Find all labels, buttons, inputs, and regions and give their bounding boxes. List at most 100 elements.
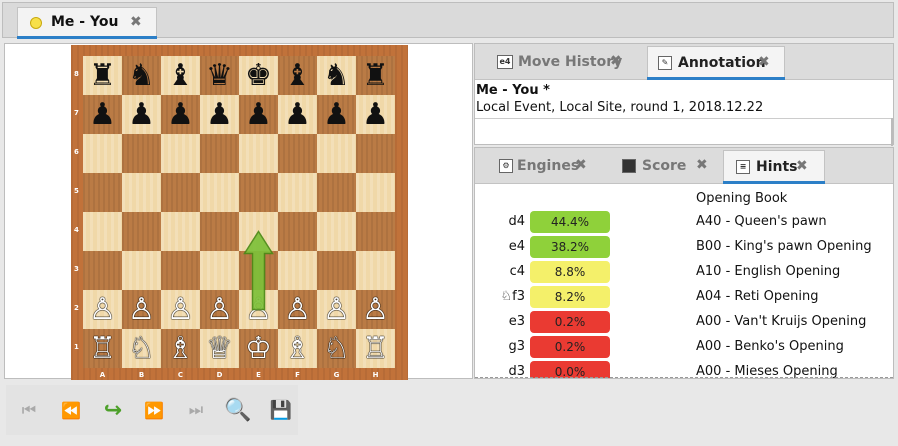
square-a8[interactable]: ♜ 8 (74, 56, 122, 95)
white-piece-icon[interactable]: ♘ (323, 333, 350, 364)
black-piece-icon[interactable]: ♟ (128, 99, 155, 130)
square-f4[interactable] (278, 212, 317, 251)
close-icon[interactable]: ✖ (696, 157, 708, 173)
square-c1[interactable]: ♗ (161, 329, 200, 368)
tab-engines[interactable]: ⚙ Engines ✖ (487, 150, 600, 184)
black-piece-icon[interactable]: ♟ (362, 99, 389, 130)
square-b1[interactable]: ♘ (122, 329, 161, 368)
black-piece-icon[interactable]: ♜ (89, 60, 116, 91)
play-move-button[interactable]: ↪ (98, 395, 128, 425)
white-piece-icon[interactable]: ♙ (206, 294, 233, 325)
close-icon[interactable]: ✖ (130, 14, 142, 30)
white-piece-icon[interactable]: ♙ (89, 294, 116, 325)
square-b5[interactable] (122, 173, 161, 212)
square-h7[interactable]: ♟ (356, 95, 395, 134)
black-piece-icon[interactable]: ♚ (245, 60, 272, 91)
square-d8[interactable]: ♛ (200, 56, 239, 95)
white-piece-icon[interactable]: ♙ (323, 294, 350, 325)
save-button[interactable]: 💾 (266, 395, 296, 425)
tab-move-history[interactable]: e4 Move History ✖ (487, 46, 645, 80)
white-piece-icon[interactable]: ♙ (167, 294, 194, 325)
square-g7[interactable]: ♟ (317, 95, 356, 134)
square-d3[interactable] (200, 251, 239, 290)
square-f1[interactable]: ♗ (278, 329, 317, 368)
square-b7[interactable]: ♟ (122, 95, 161, 134)
hint-row[interactable]: c4 8.8% A10 - English Opening (475, 260, 893, 284)
square-d4[interactable] (200, 212, 239, 251)
tab-score[interactable]: Score ✖ (610, 150, 720, 184)
square-a1[interactable]: ♖ 1 (74, 329, 122, 368)
square-e3[interactable] (239, 251, 278, 290)
previous-move-button[interactable]: ⏪ (56, 395, 86, 425)
square-e8[interactable]: ♚ (239, 56, 278, 95)
last-move-button[interactable]: ⏭ (181, 395, 211, 425)
square-g8[interactable]: ♞ (317, 56, 356, 95)
square-g6[interactable] (317, 134, 356, 173)
square-f8[interactable]: ♝ (278, 56, 317, 95)
first-move-button[interactable]: ⏮ (14, 395, 44, 425)
square-h6[interactable] (356, 134, 395, 173)
square-e6[interactable] (239, 134, 278, 173)
square-f2[interactable]: ♙ (278, 290, 317, 329)
close-icon[interactable]: ✖ (610, 53, 622, 69)
white-piece-icon[interactable]: ♖ (89, 333, 116, 364)
square-e4[interactable] (239, 212, 278, 251)
square-d7[interactable]: ♟ (200, 95, 239, 134)
search-button[interactable]: 🔍 (223, 395, 253, 425)
square-a7[interactable]: ♟ 7 (74, 95, 122, 134)
square-h4[interactable] (356, 212, 395, 251)
square-g5[interactable] (317, 173, 356, 212)
square-a4[interactable]: 4 (74, 212, 122, 251)
square-g2[interactable]: ♙ (317, 290, 356, 329)
square-a2[interactable]: ♙ 2 (74, 290, 122, 329)
square-e2[interactable]: ♙ (239, 290, 278, 329)
square-g3[interactable] (317, 251, 356, 290)
square-g4[interactable] (317, 212, 356, 251)
close-icon[interactable]: ✖ (575, 157, 587, 173)
square-e1[interactable]: ♔ (239, 329, 278, 368)
white-piece-icon[interactable]: ♔ (245, 333, 272, 364)
hint-row[interactable]: g3 0.2% A00 - Benko's Opening (475, 335, 893, 359)
square-a3[interactable]: 3 (74, 251, 122, 290)
square-h3[interactable] (356, 251, 395, 290)
square-h8[interactable]: ♜ (356, 56, 395, 95)
white-piece-icon[interactable]: ♖ (362, 333, 389, 364)
next-move-button[interactable]: ⏩ (139, 395, 169, 425)
square-c3[interactable] (161, 251, 200, 290)
black-piece-icon[interactable]: ♟ (89, 99, 116, 130)
hint-row[interactable]: e4 38.2% B00 - King's pawn Opening (475, 235, 893, 259)
hint-row[interactable]: ♘f3 8.2% A04 - Reti Opening (475, 285, 893, 309)
square-c8[interactable]: ♝ (161, 56, 200, 95)
square-d2[interactable]: ♙ (200, 290, 239, 329)
square-h1[interactable]: ♖ (356, 329, 395, 368)
square-f7[interactable]: ♟ (278, 95, 317, 134)
square-f3[interactable] (278, 251, 317, 290)
black-piece-icon[interactable]: ♞ (128, 60, 155, 91)
square-c4[interactable] (161, 212, 200, 251)
black-piece-icon[interactable]: ♟ (245, 99, 272, 130)
black-piece-icon[interactable]: ♟ (323, 99, 350, 130)
square-d5[interactable] (200, 173, 239, 212)
black-piece-icon[interactable]: ♞ (323, 60, 350, 91)
hint-row[interactable]: e3 0.2% A00 - Van't Kruijs Opening (475, 310, 893, 334)
black-piece-icon[interactable]: ♟ (167, 99, 194, 130)
square-a5[interactable]: 5 (74, 173, 122, 212)
square-g1[interactable]: ♘ (317, 329, 356, 368)
square-b8[interactable]: ♞ (122, 56, 161, 95)
square-a6[interactable]: 6 (74, 134, 122, 173)
white-piece-icon[interactable]: ♗ (284, 333, 311, 364)
close-icon[interactable]: ✖ (758, 54, 770, 70)
black-piece-icon[interactable]: ♝ (167, 60, 194, 91)
square-c6[interactable] (161, 134, 200, 173)
black-piece-icon[interactable]: ♜ (362, 60, 389, 91)
square-b6[interactable] (122, 134, 161, 173)
game-tab[interactable]: Me - You ✖ (17, 7, 157, 39)
square-h2[interactable]: ♙ (356, 290, 395, 329)
square-f6[interactable] (278, 134, 317, 173)
chess-board[interactable]: ♜ 8 ♞ ♝ ♛ ♚ ♝ ♞ ♜ ♟ 7 ♟ ♟ ♟ ♟ ♟ ♟ ♟ 6 5 4 3 ♙ 2 ♙ ♙ ♙ ♙ ♙ ♙ ♙ ♖ 1 ♘ ♗ ♕ ♔ ♗ ♘ ♖ (74, 56, 395, 368)
close-icon[interactable]: ✖ (796, 158, 808, 174)
square-c7[interactable]: ♟ (161, 95, 200, 134)
black-piece-icon[interactable]: ♝ (284, 60, 311, 91)
tab-hints[interactable]: ≡ Hints ✖ (723, 150, 825, 184)
square-c5[interactable] (161, 173, 200, 212)
